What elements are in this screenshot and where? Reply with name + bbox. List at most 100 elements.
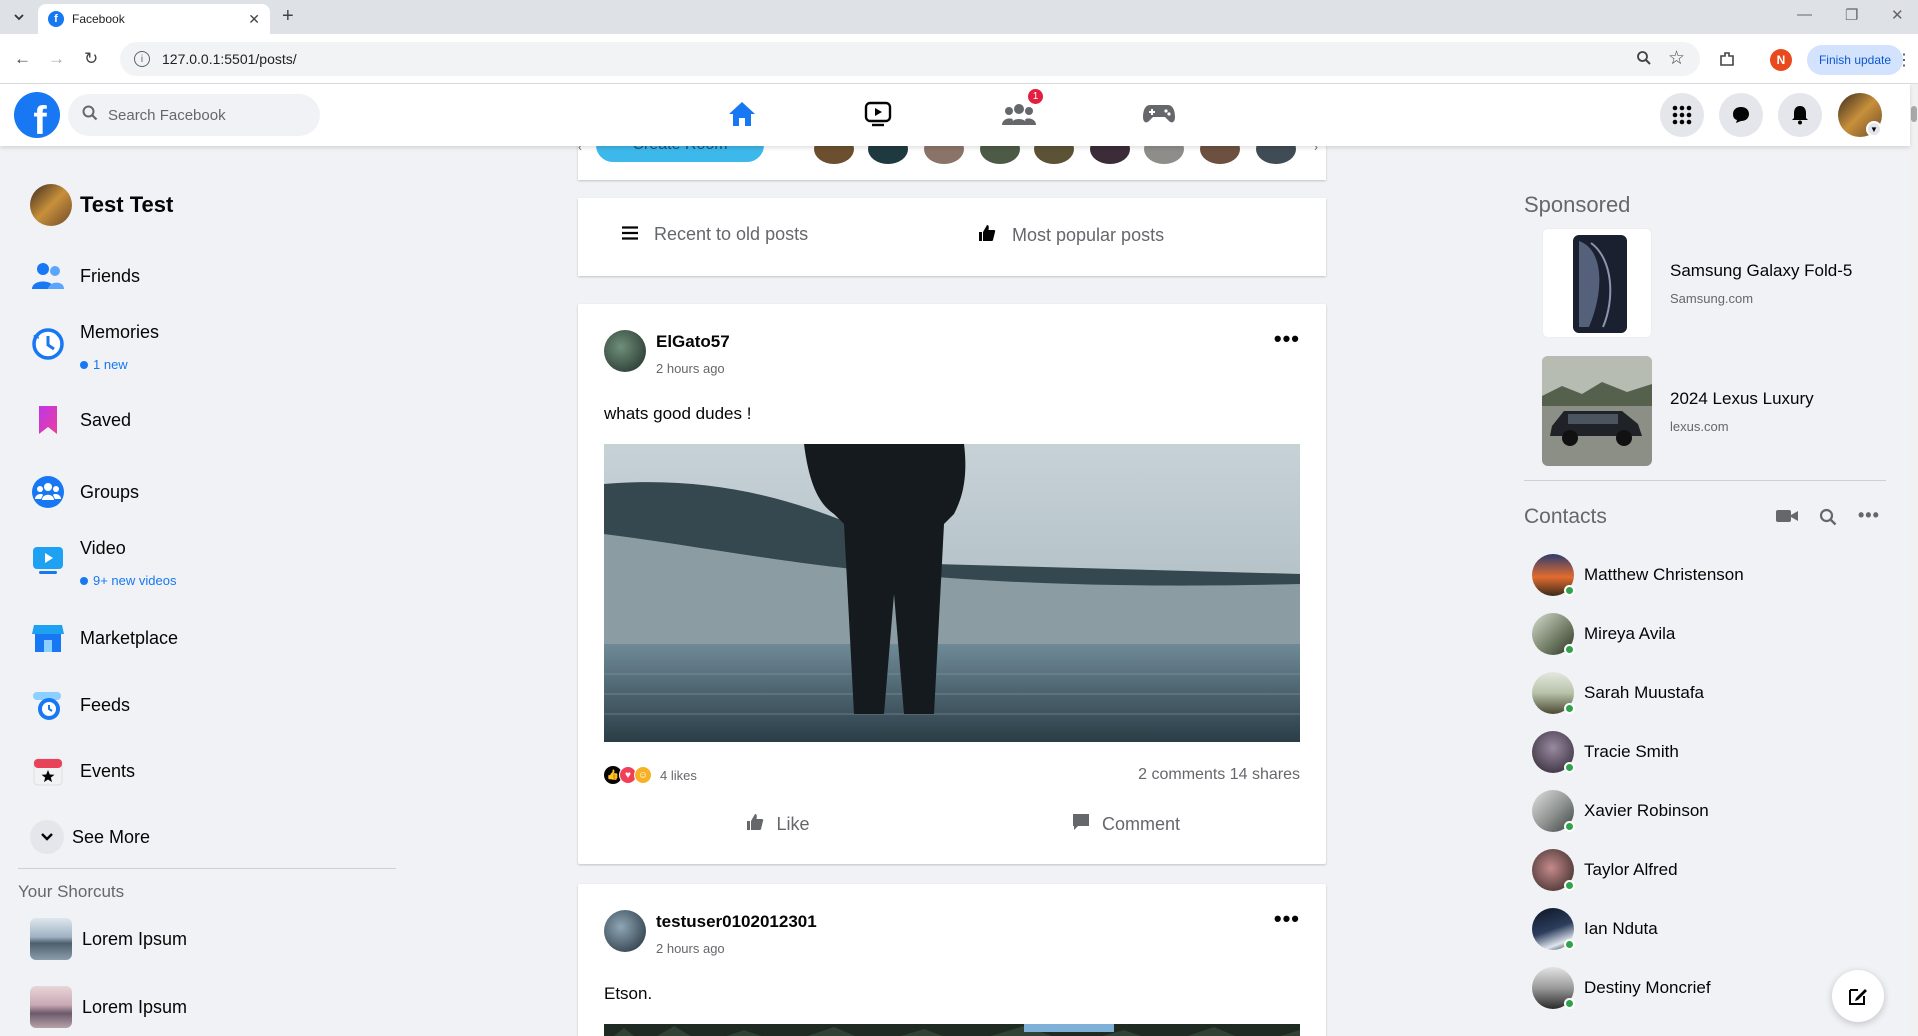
more-options-icon[interactable]: ••• xyxy=(1274,906,1300,932)
reactions[interactable]: 👍 ♥ ☺ xyxy=(604,766,652,784)
gamepad-icon xyxy=(1143,105,1175,123)
shortcut-item[interactable]: Lorem Ipsum xyxy=(30,986,187,1028)
address-bar[interactable]: i 127.0.0.1:5501/posts/ xyxy=(120,42,1700,76)
ad-item[interactable]: Samsung Galaxy Fold-5 Samsung.com xyxy=(1542,228,1852,338)
bookmark-star-icon[interactable]: ☆ xyxy=(1668,47,1685,70)
post-actions: Like Comment xyxy=(604,802,1300,846)
contact-name: Destiny Moncrief xyxy=(1584,978,1711,997)
browser-profile-avatar[interactable]: N xyxy=(1770,49,1792,71)
see-more-label: See More xyxy=(72,826,151,847)
reload-button[interactable]: ↻ xyxy=(84,49,98,69)
nav-watch[interactable] xyxy=(858,96,898,132)
online-indicator xyxy=(1564,644,1575,655)
sidebar-item-feeds[interactable]: Feeds xyxy=(30,687,130,723)
messenger-button[interactable] xyxy=(1719,93,1763,137)
avatar xyxy=(1532,849,1575,891)
contact-item[interactable]: Destiny Moncrief xyxy=(1532,967,1711,1009)
online-indicator xyxy=(1564,939,1575,950)
list-icon xyxy=(622,224,638,245)
sort-recent-label: Recent to old posts xyxy=(654,224,809,244)
browser-tab[interactable]: f Facebook ✕ xyxy=(38,4,270,34)
tab-search-button[interactable] xyxy=(8,6,30,28)
forward-button[interactable]: → xyxy=(48,49,65,69)
sidebar-item-saved[interactable]: Saved xyxy=(30,402,131,438)
finish-update-button[interactable]: Finish update xyxy=(1807,45,1903,75)
contact-name: Matthew Christenson xyxy=(1584,565,1744,584)
shortcut-label: Lorem Ipsum xyxy=(82,996,188,1017)
extensions-icon[interactable] xyxy=(1718,50,1736,73)
restore-button[interactable]: ❐ xyxy=(1845,6,1858,24)
post-card: ElGato57 2 hours ago ••• whats good dude… xyxy=(578,304,1326,864)
online-indicator xyxy=(1564,998,1575,1009)
sidebar-item-label: Saved xyxy=(80,409,132,430)
site-info-icon[interactable]: i xyxy=(134,51,150,67)
avatar[interactable] xyxy=(604,330,646,372)
facebook-favicon-icon: f xyxy=(48,11,64,27)
comment-button[interactable]: Comment xyxy=(952,802,1300,846)
comment-label: Comment xyxy=(1101,813,1181,834)
ad-item[interactable]: 2024 Lexus Luxury lexus.com xyxy=(1542,356,1814,466)
sidebar-item-marketplace[interactable]: Marketplace xyxy=(30,620,178,656)
minimize-button[interactable]: — xyxy=(1797,6,1812,23)
contact-item[interactable]: Matthew Christenson xyxy=(1532,554,1744,596)
like-button[interactable]: Like xyxy=(604,802,952,846)
shortcut-item[interactable]: Lorem Ipsum xyxy=(30,918,187,960)
sort-recent-button[interactable]: Recent to old posts xyxy=(622,224,808,245)
comments-shares-count[interactable]: 2 comments 14 shares xyxy=(1138,766,1300,784)
contacts-heading: Contacts xyxy=(1524,505,1607,528)
close-tab-icon[interactable]: ✕ xyxy=(248,11,260,28)
sidebar-item-events[interactable]: Events xyxy=(30,753,135,789)
more-options-icon[interactable]: ••• xyxy=(1274,326,1300,352)
sidebar-item-label: Events xyxy=(80,760,136,781)
browser-menu-icon[interactable]: ⋮ xyxy=(1896,50,1912,70)
zoom-icon[interactable] xyxy=(1636,50,1652,71)
forest-photo xyxy=(604,1024,1300,1036)
browser-tab-bar: f Facebook ✕ + — ❐ ✕ xyxy=(0,0,1918,34)
facebook-logo[interactable]: f xyxy=(14,92,60,138)
contact-name: Ian Nduta xyxy=(1584,919,1658,938)
see-more-button[interactable]: See More xyxy=(30,820,150,854)
avatar[interactable] xyxy=(604,910,646,952)
contacts-more-icon[interactable]: ••• xyxy=(1858,505,1880,526)
sidebar-item-friends[interactable]: Friends xyxy=(30,258,140,294)
contact-name: Sarah Muustafa xyxy=(1584,683,1705,702)
sidebar-profile[interactable]: Test Test xyxy=(30,184,173,226)
search-contacts-icon[interactable] xyxy=(1819,508,1837,531)
new-tab-button[interactable]: + xyxy=(282,5,294,28)
bell-icon xyxy=(1792,106,1808,125)
search-input[interactable]: Search Facebook xyxy=(68,94,320,136)
post-image[interactable] xyxy=(604,444,1300,742)
scrollbar-thumb[interactable] xyxy=(1911,106,1917,122)
post-author[interactable]: testuser0102012301 xyxy=(656,912,817,932)
contact-item[interactable]: Sarah Muustafa xyxy=(1532,672,1704,714)
back-button[interactable]: ← xyxy=(14,49,31,69)
avatar xyxy=(1532,613,1575,655)
memories-icon xyxy=(30,326,66,362)
video-icon xyxy=(30,542,66,578)
video-call-icon[interactable] xyxy=(1776,508,1798,529)
avatar xyxy=(1532,790,1575,832)
contact-item[interactable]: Tracie Smith xyxy=(1532,731,1679,773)
new-message-button[interactable] xyxy=(1832,970,1884,1022)
sidebar-item-groups[interactable]: Groups xyxy=(30,474,139,510)
page-scrollbar[interactable] xyxy=(1910,84,1918,1036)
compose-icon xyxy=(1849,989,1867,1005)
notifications-button[interactable] xyxy=(1778,93,1822,137)
sidebar-divider xyxy=(1524,480,1886,481)
tab-title: Facebook xyxy=(72,12,125,26)
close-window-button[interactable]: ✕ xyxy=(1891,6,1904,24)
account-dropdown-icon[interactable]: ▼ xyxy=(1866,121,1882,137)
contact-item[interactable]: Mireya Avila xyxy=(1532,613,1675,655)
contact-item[interactable]: Ian Nduta xyxy=(1532,908,1658,950)
contact-item[interactable]: Xavier Robinson xyxy=(1532,790,1709,832)
nav-gaming[interactable] xyxy=(1139,96,1179,132)
nav-home[interactable] xyxy=(722,96,762,132)
sort-popular-button[interactable]: Most popular posts xyxy=(978,224,1164,247)
post-image[interactable] xyxy=(604,1024,1300,1036)
contact-item[interactable]: Taylor Alfred xyxy=(1532,849,1678,891)
browser-toolbar: ← → ↻ i 127.0.0.1:5501/posts/ ☆ xyxy=(0,34,1918,84)
post-author[interactable]: ElGato57 xyxy=(656,332,730,352)
shortcut-thumbnail xyxy=(30,986,72,1028)
shortcut-thumbnail xyxy=(30,918,72,960)
menu-grid-button[interactable] xyxy=(1660,93,1704,137)
